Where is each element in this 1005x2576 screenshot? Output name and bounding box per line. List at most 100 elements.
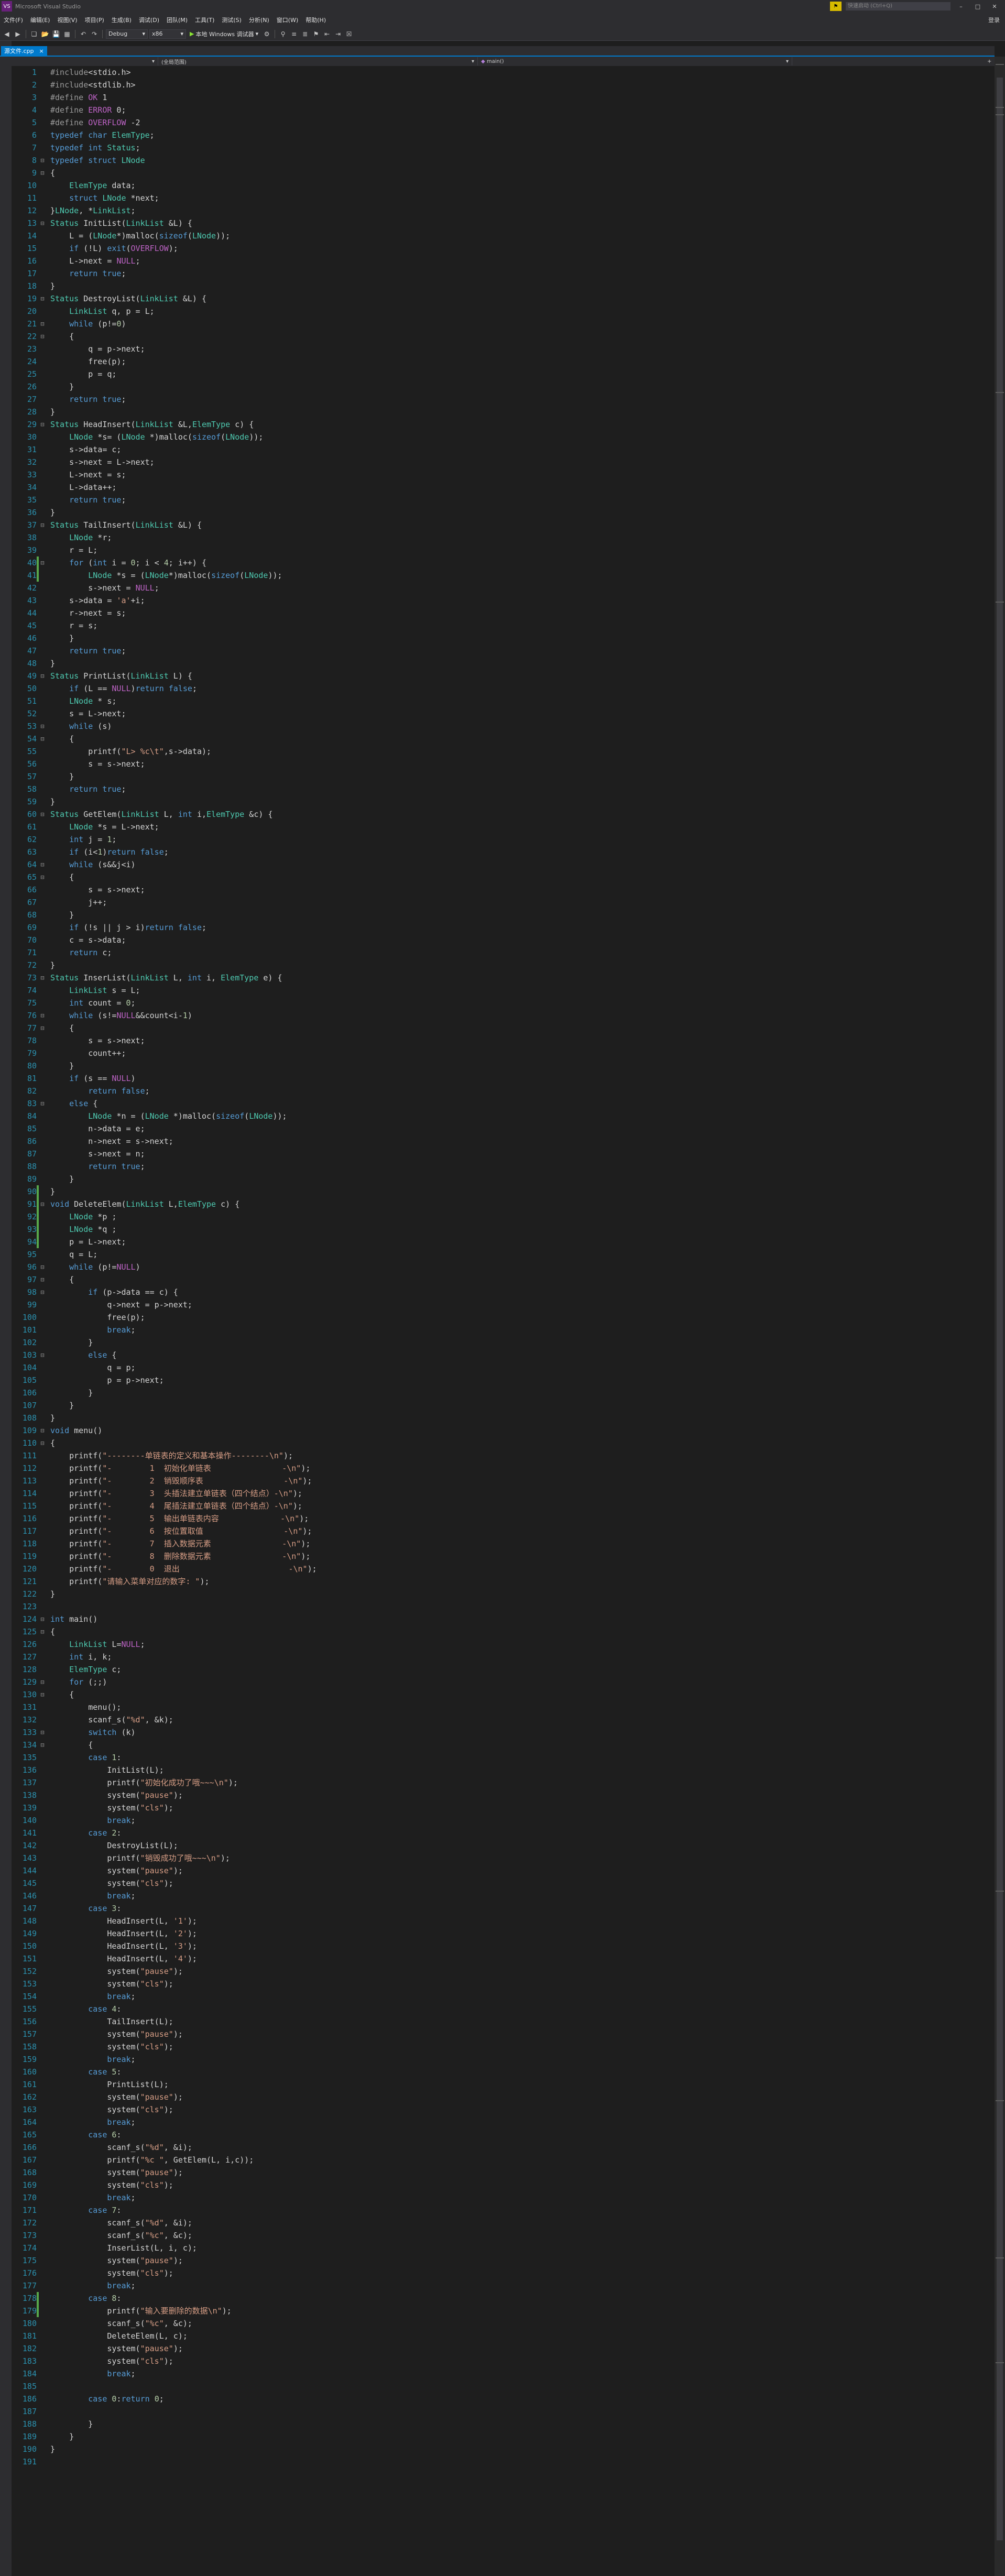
code-line[interactable]: 66 s = s->next; — [12, 883, 995, 896]
code-line[interactable]: 86 n->next = s->next; — [12, 1135, 995, 1148]
fold-toggle-icon[interactable]: ⊟ — [39, 154, 46, 167]
code-line[interactable]: 74 LinkList s = L; — [12, 984, 995, 997]
code-line[interactable]: 82 return false; — [12, 1085, 995, 1097]
code-line[interactable]: 159 break; — [12, 2053, 995, 2066]
next-bookmark-icon[interactable]: ⇥ — [333, 29, 343, 39]
code-line[interactable]: 169 system("cls"); — [12, 2179, 995, 2191]
comment-icon[interactable]: ≡ — [289, 29, 299, 39]
code-line[interactable]: 15 if (!L) exit(OVERFLOW); — [12, 242, 995, 255]
new-project-icon[interactable]: ❏ — [29, 29, 39, 39]
code-line[interactable]: 28} — [12, 406, 995, 418]
code-line[interactable]: 37 ⊟ Status TailInsert(LinkList &L) { — [12, 519, 995, 531]
fold-toggle-icon[interactable]: ⊟ — [39, 1688, 46, 1701]
code-editor[interactable]: 1 #include<stdio.h> 2 #include<stdlib.h> 3 #d… — [12, 66, 995, 2576]
global-scope-select[interactable]: (全局范围) ▾ — [158, 57, 478, 66]
code-line[interactable]: 38 LNode *r; — [12, 531, 995, 544]
sign-in-link[interactable]: 登录 — [988, 16, 1005, 24]
code-line[interactable]: 173 scanf_s("%c", &c); — [12, 2229, 995, 2242]
code-line[interactable]: 133 ⊟ switch (k) — [12, 1726, 995, 1739]
fold-toggle-icon[interactable]: ⊟ — [39, 418, 46, 431]
fold-toggle-icon[interactable]: ⊟ — [39, 670, 46, 682]
fold-toggle-icon[interactable]: ⊟ — [39, 1097, 46, 1110]
tab-close-icon[interactable]: × — [39, 48, 44, 54]
code-line[interactable]: 58 return true; — [12, 783, 995, 795]
code-line[interactable]: 123 — [12, 1600, 995, 1613]
code-line[interactable]: 189 } — [12, 2430, 995, 2443]
back-icon[interactable]: ◀ — [2, 29, 12, 39]
code-line[interactable]: 120 printf("- 0 退出 -\n"); — [12, 1563, 995, 1575]
fold-toggle-icon[interactable]: ⊟ — [39, 1009, 46, 1022]
code-line[interactable]: 152 system("pause"); — [12, 1965, 995, 1978]
code-line[interactable]: 9 ⊟ { — [12, 167, 995, 179]
code-line[interactable]: 117 printf("- 6 按位置取值 -\n"); — [12, 1525, 995, 1537]
code-line[interactable]: 95 q = L; — [12, 1248, 995, 1261]
code-line[interactable]: 61 LNode *s = L->next; — [12, 821, 995, 833]
code-line[interactable]: 73 ⊟ Status InserList(LinkList L, int i, E… — [12, 972, 995, 984]
fold-toggle-icon[interactable]: ⊟ — [39, 1726, 46, 1739]
code-line[interactable]: 137 printf("初始化成功了哦~~~\n"); — [12, 1776, 995, 1789]
code-line[interactable]: 42 s->next = NULL; — [12, 582, 995, 594]
code-line[interactable]: 185 — [12, 2380, 995, 2393]
code-line[interactable]: 148 HeadInsert(L, '1'); — [12, 1915, 995, 1927]
code-line[interactable]: 126 LinkList L=NULL; — [12, 1638, 995, 1651]
code-line[interactable]: 88 return true; — [12, 1160, 995, 1173]
code-line[interactable]: 98 ⊟ if (p->data == c) { — [12, 1286, 995, 1298]
code-line[interactable]: 10 ElemType data; — [12, 179, 995, 192]
code-line[interactable]: 116 printf("- 5 输出单链表内容 -\n"); — [12, 1512, 995, 1525]
code-line[interactable]: 139 system("cls"); — [12, 1802, 995, 1814]
code-line[interactable]: 80 } — [12, 1060, 995, 1072]
code-line[interactable]: 115 printf("- 4 尾插法建立单链表（四个结点）-\n"); — [12, 1500, 995, 1512]
menu-build[interactable]: 生成(B) — [108, 16, 135, 24]
code-line[interactable]: 131 menu(); — [12, 1701, 995, 1713]
menu-view[interactable]: 视图(V) — [53, 16, 81, 24]
code-line[interactable]: 60 ⊟ Status GetElem(LinkList L, int i,Elem… — [12, 808, 995, 821]
code-line[interactable]: 105 p = p->next; — [12, 1374, 995, 1387]
fold-toggle-icon[interactable]: ⊟ — [39, 1739, 46, 1751]
code-line[interactable]: 53 ⊟ while (s) — [12, 720, 995, 733]
code-line[interactable]: 59} — [12, 795, 995, 808]
platform-select[interactable]: x86 ▾ — [149, 29, 186, 39]
fold-toggle-icon[interactable]: ⊟ — [39, 519, 46, 531]
fold-toggle-icon[interactable]: ⊟ — [39, 1022, 46, 1034]
code-line[interactable]: 97 ⊟ { — [12, 1273, 995, 1286]
fold-toggle-icon[interactable]: ⊟ — [39, 292, 46, 305]
code-line[interactable]: 77 ⊟ { — [12, 1022, 995, 1034]
code-line[interactable]: 13 ⊟ Status InitList(LinkList &L) { — [12, 217, 995, 230]
code-line[interactable]: 127 int i, k; — [12, 1651, 995, 1663]
code-line[interactable]: 83 ⊟ else { — [12, 1097, 995, 1110]
redo-icon[interactable]: ↷ — [90, 29, 99, 39]
code-line[interactable]: 85 n->data = e; — [12, 1122, 995, 1135]
code-line[interactable]: 43 s->data = 'a'+i; — [12, 594, 995, 607]
code-line[interactable]: 17 return true; — [12, 267, 995, 280]
menu-debug[interactable]: 调试(D) — [135, 16, 163, 24]
prev-bookmark-icon[interactable]: ⇤ — [322, 29, 332, 39]
code-line[interactable]: 108} — [12, 1412, 995, 1424]
code-line[interactable]: 125 ⊟ { — [12, 1625, 995, 1638]
code-line[interactable]: 172 scanf_s("%d", &i); — [12, 2217, 995, 2229]
code-line[interactable]: 94 p = L->next; — [12, 1236, 995, 1248]
code-line[interactable]: 104 q = p; — [12, 1361, 995, 1374]
code-line[interactable]: 153 system("cls"); — [12, 1978, 995, 1990]
code-line[interactable]: 1 #include<stdio.h> — [12, 66, 995, 79]
code-line[interactable]: 6 typedef char ElemType; — [12, 129, 995, 141]
code-line[interactable]: 179 printf("输入要删除的数据\n"); — [12, 2305, 995, 2317]
fold-toggle-icon[interactable]: ⊟ — [39, 1676, 46, 1688]
code-line[interactable]: 128 ElemType c; — [12, 1663, 995, 1676]
code-line[interactable]: 113 printf("- 2 销毁顺序表 -\n"); — [12, 1475, 995, 1487]
code-line[interactable]: 47 return true; — [12, 645, 995, 657]
code-line[interactable]: 165 case 6: — [12, 2129, 995, 2141]
code-line[interactable]: 12}LNode, *LinkList; — [12, 204, 995, 217]
fold-toggle-icon[interactable]: ⊟ — [39, 1424, 46, 1437]
code-line[interactable]: 67 j++; — [12, 896, 995, 909]
code-line[interactable]: 149 HeadInsert(L, '2'); — [12, 1927, 995, 1940]
vertical-scrollbar[interactable] — [995, 57, 1005, 2576]
code-line[interactable]: 51 LNode * s; — [12, 695, 995, 707]
code-line[interactable]: 71 return c; — [12, 946, 995, 959]
code-line[interactable]: 102 } — [12, 1336, 995, 1349]
code-line[interactable]: 33 L->next = s; — [12, 468, 995, 481]
code-line[interactable]: 174 InserList(L, i, c); — [12, 2242, 995, 2254]
code-line[interactable]: 50 if (L == NULL)return false; — [12, 682, 995, 695]
uncomment-icon[interactable]: ≣ — [300, 29, 310, 39]
code-line[interactable]: 8 ⊟ typedef struct LNode — [12, 154, 995, 167]
code-line[interactable]: 183 system("cls"); — [12, 2355, 995, 2367]
